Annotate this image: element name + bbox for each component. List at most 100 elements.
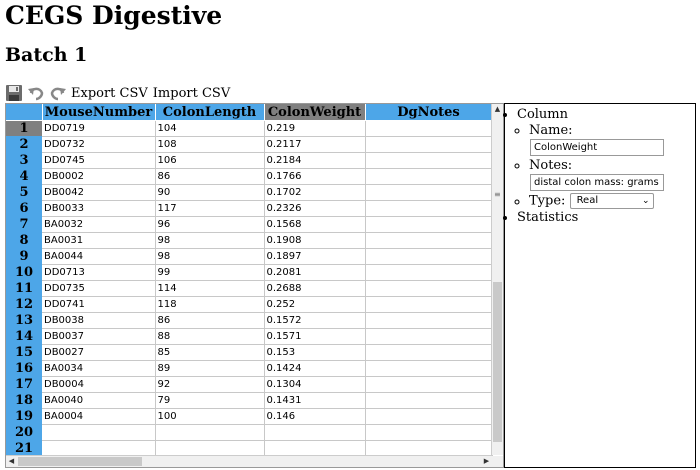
cell-colonweight[interactable]: 0.1304 [264, 376, 366, 393]
table-row[interactable]: 3 DD0745 106 0.2184 [6, 152, 493, 169]
table-row[interactable]: 16 BA0034 89 0.1424 [6, 360, 493, 377]
row-number[interactable]: 19 [6, 408, 42, 425]
cell-mousenumber[interactable]: BA0040 [42, 392, 156, 409]
row-number[interactable]: 13 [6, 312, 42, 329]
cell-dgnotes[interactable] [365, 200, 493, 217]
cell-mousenumber[interactable]: BA0044 [42, 248, 156, 265]
cell-mousenumber[interactable]: DB0027 [42, 344, 156, 361]
cell-colonlength[interactable]: 100 [155, 408, 265, 425]
cell-colonweight[interactable]: 0.1568 [264, 216, 366, 233]
vertical-scrollbar[interactable]: ▲ [491, 104, 503, 455]
row-number[interactable]: 18 [6, 392, 42, 409]
table-row[interactable]: 17 DB0004 92 0.1304 [6, 376, 493, 393]
table-row[interactable]: 18 BA0040 79 0.1431 [6, 392, 493, 409]
row-number[interactable]: 17 [6, 376, 42, 393]
horizontal-scrollbar[interactable]: ◀ ▶ [6, 455, 492, 467]
cell-dgnotes[interactable] [365, 232, 493, 249]
cell-colonlength[interactable]: 99 [155, 264, 265, 281]
cell-colonweight[interactable]: 0.1702 [264, 184, 366, 201]
cell-colonlength[interactable]: 104 [155, 120, 265, 137]
cell-colonweight[interactable]: 0.1908 [264, 232, 366, 249]
import-csv-link[interactable]: Import CSV [153, 86, 230, 102]
cell-colonlength[interactable]: 90 [155, 184, 265, 201]
cell-mousenumber[interactable]: DD0713 [42, 264, 156, 281]
column-type-select[interactable]: Real ⌄ [569, 193, 654, 209]
table-row[interactable]: 10 DD0713 99 0.2081 [6, 264, 493, 281]
cell-dgnotes[interactable] [365, 264, 493, 281]
column-name-input[interactable]: ColonWeight [530, 139, 664, 156]
resize-handle-icon[interactable]: ≡ [494, 190, 501, 199]
cell-dgnotes[interactable] [365, 424, 493, 441]
cell-colonlength[interactable]: 88 [155, 328, 265, 345]
cell-mousenumber[interactable]: BA0031 [42, 232, 156, 249]
cell-dgnotes[interactable] [365, 328, 493, 345]
cell-dgnotes[interactable] [365, 296, 493, 313]
cell-colonlength[interactable]: 79 [155, 392, 265, 409]
table-row[interactable]: 11 DD0735 114 0.2688 [6, 280, 493, 297]
cell-dgnotes[interactable] [365, 376, 493, 393]
column-header-colonweight[interactable]: ColonWeight [264, 104, 366, 121]
cell-dgnotes[interactable] [365, 280, 493, 297]
cell-colonweight[interactable]: 0.252 [264, 296, 366, 313]
table-row[interactable]: 7 BA0032 96 0.1568 [6, 216, 493, 233]
table-row[interactable]: 19 BA0004 100 0.146 [6, 408, 493, 425]
cell-mousenumber[interactable] [42, 424, 156, 441]
cell-colonlength[interactable]: 86 [155, 168, 265, 185]
cell-colonweight[interactable]: 0.2117 [264, 136, 366, 153]
cell-dgnotes[interactable] [365, 152, 493, 169]
cell-dgnotes[interactable] [365, 136, 493, 153]
cell-colonweight[interactable]: 0.2081 [264, 264, 366, 281]
row-number[interactable]: 4 [6, 168, 42, 185]
cell-dgnotes[interactable] [365, 408, 493, 425]
table-row[interactable]: 1 DD0719 104 0.219 [6, 120, 493, 137]
cell-colonweight[interactable] [264, 424, 366, 441]
save-icon[interactable] [5, 84, 23, 102]
cell-mousenumber[interactable]: BA0034 [42, 360, 156, 377]
cell-colonweight[interactable]: 0.1766 [264, 168, 366, 185]
cell-mousenumber[interactable]: DB0042 [42, 184, 156, 201]
horizontal-scroll-thumb[interactable] [18, 457, 142, 466]
cell-colonlength[interactable]: 86 [155, 312, 265, 329]
cell-dgnotes[interactable] [365, 248, 493, 265]
table-row[interactable]: 12 DD0741 118 0.252 [6, 296, 493, 313]
cell-colonlength[interactable]: 114 [155, 280, 265, 297]
scroll-left-icon[interactable]: ◀ [6, 456, 17, 467]
table-row[interactable]: 5 DB0042 90 0.1702 [6, 184, 493, 201]
table-row[interactable]: 6 DB0033 117 0.2326 [6, 200, 493, 217]
cell-dgnotes[interactable] [365, 360, 493, 377]
cell-mousenumber[interactable]: DD0745 [42, 152, 156, 169]
cell-colonlength[interactable]: 92 [155, 376, 265, 393]
cell-mousenumber[interactable]: DD0735 [42, 280, 156, 297]
cell-colonlength[interactable]: 106 [155, 152, 265, 169]
vertical-scroll-thumb[interactable] [493, 282, 502, 442]
cell-dgnotes[interactable] [365, 344, 493, 361]
cell-colonlength[interactable]: 85 [155, 344, 265, 361]
table-row[interactable]: 4 DB0002 86 0.1766 [6, 168, 493, 185]
export-csv-link[interactable]: Export CSV [71, 86, 148, 102]
cell-colonlength[interactable]: 96 [155, 216, 265, 233]
scroll-right-icon[interactable]: ▶ [481, 456, 492, 467]
redo-icon[interactable] [49, 84, 67, 102]
row-number[interactable]: 6 [6, 200, 42, 217]
row-number[interactable]: 14 [6, 328, 42, 345]
row-number[interactable]: 5 [6, 184, 42, 201]
row-number[interactable]: 9 [6, 248, 42, 265]
cell-dgnotes[interactable] [365, 392, 493, 409]
table-row[interactable]: 2 DD0732 108 0.2117 [6, 136, 493, 153]
column-notes-input[interactable]: distal colon mass: grams [530, 174, 664, 191]
cell-mousenumber[interactable]: DB0004 [42, 376, 156, 393]
cell-colonweight[interactable]: 0.1571 [264, 328, 366, 345]
cell-colonweight[interactable]: 0.1572 [264, 312, 366, 329]
cell-colonlength[interactable]: 98 [155, 248, 265, 265]
cell-colonweight[interactable]: 0.1424 [264, 360, 366, 377]
row-number[interactable]: 16 [6, 360, 42, 377]
row-number[interactable]: 11 [6, 280, 42, 297]
cell-colonweight[interactable]: 0.1897 [264, 248, 366, 265]
row-number[interactable]: 10 [6, 264, 42, 281]
column-header-dgnotes[interactable]: DgNotes [365, 104, 493, 121]
cell-mousenumber[interactable]: DD0741 [42, 296, 156, 313]
row-number[interactable]: 2 [6, 136, 42, 153]
row-number[interactable]: 1 [6, 120, 42, 137]
cell-mousenumber[interactable]: BA0032 [42, 216, 156, 233]
cell-mousenumber[interactable]: DB0033 [42, 200, 156, 217]
